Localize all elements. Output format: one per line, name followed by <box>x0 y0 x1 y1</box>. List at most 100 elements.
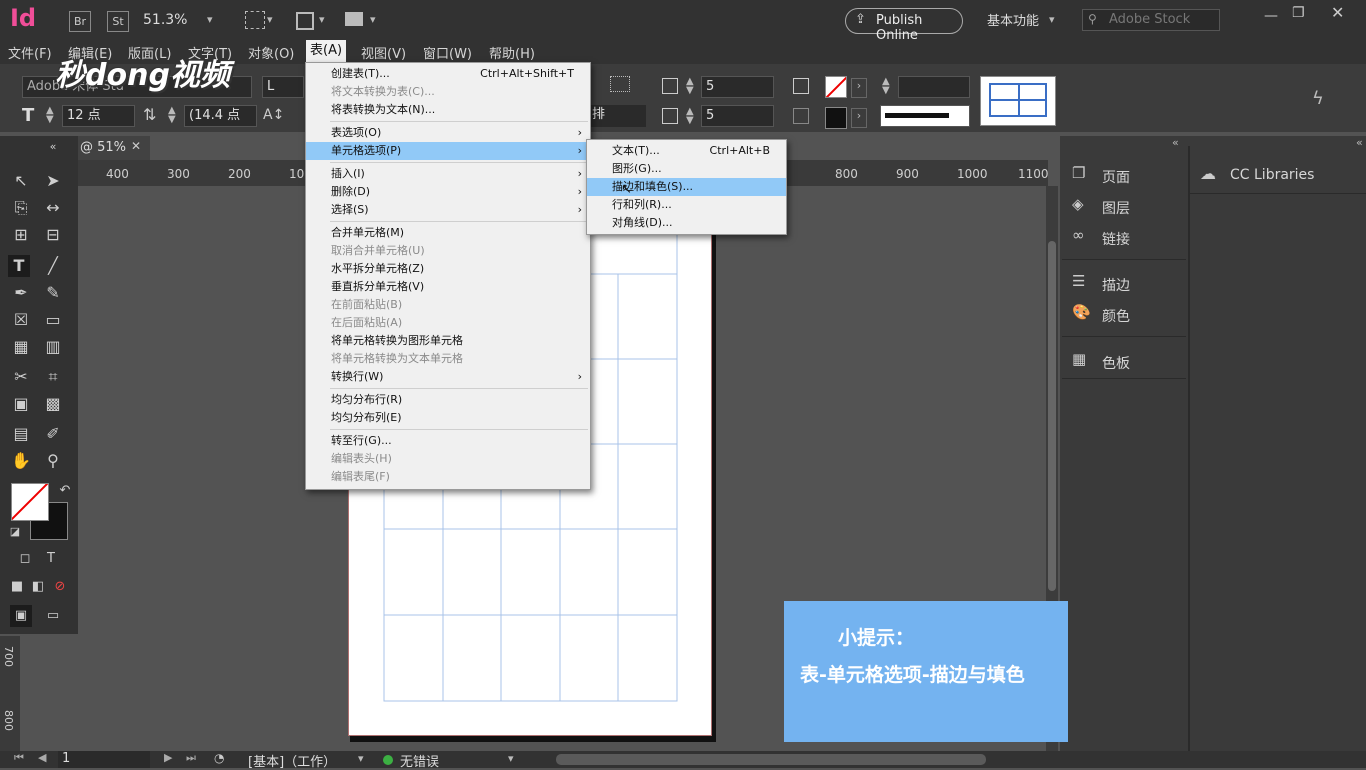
sidebar-item-links[interactable]: ∞ 链接 <box>1070 226 1186 250</box>
selection-tool-icon[interactable]: ↖ <box>10 170 32 192</box>
apply-color-icon[interactable]: ■ <box>6 576 28 598</box>
menu-item-distribute-columns[interactable]: 均匀分布列(E) <box>306 409 590 427</box>
columns-field[interactable]: 5 <box>701 105 774 127</box>
menu-object[interactable]: 对象(O) <box>248 43 294 62</box>
menu-item-edit-header[interactable]: 编辑表头(H) <box>306 450 590 468</box>
pencil-tool-icon[interactable]: ✎ <box>42 282 64 304</box>
menu-item-create-table[interactable]: 创建表(T)... Ctrl+Alt+Shift+T <box>306 65 590 83</box>
chevron-down-icon[interactable]: ▾ <box>267 13 273 26</box>
lightning-icon[interactable]: ϟ <box>1312 88 1324 109</box>
screen-mode-tool-icon[interactable]: ▭ <box>42 605 64 627</box>
menu-item-cell-options[interactable]: 单元格选项(P) › <box>306 142 590 160</box>
font-size-field[interactable]: 12 点 <box>62 105 135 127</box>
cell-border-icon[interactable] <box>793 108 809 124</box>
page-number-field[interactable]: 1 <box>58 751 150 768</box>
cell-grid-icon[interactable] <box>793 78 809 94</box>
stock-button[interactable]: St <box>107 11 129 32</box>
swap-colors-icon[interactable]: ↶ <box>54 480 76 502</box>
gap-tool-icon[interactable]: ↔ <box>42 197 64 219</box>
text-layout-field[interactable]: 排 <box>588 105 646 127</box>
close-icon[interactable]: ✕ <box>131 139 141 153</box>
rectangle-tool-icon[interactable]: ▭ <box>42 309 64 331</box>
bridge-button[interactable]: Br <box>69 11 91 32</box>
table-tool-icon[interactable]: ▦ <box>10 336 32 358</box>
menu-item-paste-before[interactable]: 在前面粘贴(B) <box>306 296 590 314</box>
stepper-icon[interactable]: ▲ ▼ <box>686 107 694 126</box>
table-columns-tool-icon[interactable]: ▥ <box>42 336 64 358</box>
arrange-documents-icon[interactable] <box>345 12 363 26</box>
horizontal-scrollbar[interactable] <box>556 754 986 765</box>
close-icon[interactable]: ✕ <box>1331 3 1344 22</box>
menu-item-split-horizontal[interactable]: 水平拆分单元格(Z) <box>306 260 590 278</box>
menu-item-delete[interactable]: 删除(D) › <box>306 183 590 201</box>
menu-item-convert-table-to-text[interactable]: 将表转换为文本(N)... <box>306 101 590 119</box>
sidebar-item-color[interactable]: 🎨 颜色 <box>1070 303 1186 327</box>
rows-field[interactable]: 5 <box>701 76 774 98</box>
sidebar-item-layers[interactable]: ◈ 图层 <box>1070 195 1186 219</box>
menu-item-split-vertical[interactable]: 垂直拆分单元格(V) <box>306 278 590 296</box>
menu-item-convert-rows[interactable]: 转换行(W) › <box>306 368 590 386</box>
page-tool-icon[interactable]: ⎘ <box>10 197 32 219</box>
sidebar-item-swatches[interactable]: ▦ 色板 <box>1070 350 1186 374</box>
apply-none-icon[interactable]: ⊘ <box>49 576 71 598</box>
menu-item-graphic[interactable]: 图形(G)... <box>587 160 786 178</box>
stroke-black-swatch[interactable] <box>825 107 847 129</box>
content-collector-icon[interactable]: ⊞ <box>10 224 32 246</box>
menu-file[interactable]: 文件(F) <box>8 43 52 62</box>
stepper-icon[interactable]: ▲ ▼ <box>686 77 694 96</box>
chevron-down-icon[interactable]: ▾ <box>319 13 325 26</box>
formatting-text-icon[interactable]: T <box>40 548 62 570</box>
chevron-right-icon[interactable]: › <box>851 78 867 98</box>
sidebar-item-stroke[interactable]: ☰ 描边 <box>1070 272 1186 296</box>
menu-item-select[interactable]: 选择(S) › <box>306 201 590 219</box>
menu-item-go-to-row[interactable]: 转至行(G)... <box>306 432 590 450</box>
scissors-tool-icon[interactable]: ✂ <box>10 366 32 388</box>
stepper-icon[interactable]: ▲ ▼ <box>168 106 176 125</box>
hand-tool-icon[interactable]: ✋ <box>10 450 32 472</box>
chevron-down-icon[interactable]: ▾ <box>1049 13 1055 26</box>
publish-online-button[interactable]: ⇪ Publish Online <box>845 8 963 43</box>
chevron-down-icon[interactable]: ▾ <box>508 752 514 765</box>
stepper-icon[interactable]: ▲ ▼ <box>46 106 54 125</box>
menu-help[interactable]: 帮助(H) <box>489 43 535 62</box>
sidebar-item-pages[interactable]: ❐ 页面 <box>1070 164 1186 188</box>
chevron-down-icon[interactable]: ▾ <box>370 13 376 26</box>
next-page-icon[interactable]: ▶ <box>164 751 172 764</box>
chevron-down-icon[interactable]: ▾ <box>358 752 364 765</box>
normal-view-icon[interactable]: ▣ <box>10 605 32 627</box>
default-colors-icon[interactable]: ◪ <box>4 521 26 543</box>
menu-item-rows-and-columns[interactable]: 行和列(R)... <box>587 196 786 214</box>
direct-selection-tool-icon[interactable]: ➤ <box>42 170 64 192</box>
menu-item-table-options[interactable]: 表选项(O) › <box>306 124 590 142</box>
free-transform-tool-icon[interactable]: ⌗ <box>42 366 64 388</box>
menu-item-strokes-and-fills[interactable]: 描边和填色(S)... <box>587 178 786 196</box>
pen-tool-icon[interactable]: ✒ <box>10 282 32 304</box>
screen-mode-icon[interactable] <box>296 12 314 30</box>
gradient-swatch-tool-icon[interactable]: ▣ <box>10 393 32 415</box>
collapse-icon[interactable]: « <box>42 136 64 158</box>
menu-view[interactable]: 视图(V) <box>361 43 406 62</box>
minimize-icon[interactable]: — <box>1264 8 1278 24</box>
cc-libraries-tab[interactable]: ☁ CC Libraries <box>1198 164 1358 188</box>
menu-item-distribute-rows[interactable]: 均匀分布行(R) <box>306 391 590 409</box>
apply-gradient-icon[interactable]: ◧ <box>27 576 49 598</box>
menu-item-convert-to-text-cell[interactable]: 将单元格转换为文本单元格 <box>306 350 590 368</box>
menu-item-convert-text-to-table[interactable]: 将文本转换为表(C)... <box>306 83 590 101</box>
last-page-icon[interactable]: ⏭ <box>186 751 196 765</box>
previous-page-icon[interactable]: ◀ <box>38 751 46 764</box>
fill-swatch-icon[interactable] <box>11 483 49 521</box>
leading-field[interactable]: (14.4 点 <box>184 105 257 127</box>
table-preview-icon[interactable] <box>980 76 1056 126</box>
menu-table[interactable]: 表(A) <box>306 40 347 64</box>
chevron-right-icon[interactable]: › <box>851 108 867 128</box>
menu-item-edit-footer[interactable]: 编辑表尾(F) <box>306 468 590 486</box>
menu-item-diagonal-lines[interactable]: 对角线(D)... <box>587 214 786 232</box>
menu-window[interactable]: 窗口(W) <box>423 43 472 62</box>
stroke-type-field[interactable] <box>880 105 970 127</box>
note-tool-icon[interactable]: ▤ <box>10 423 32 445</box>
menu-item-merge-cells[interactable]: 合并单元格(M) <box>306 224 590 242</box>
fill-none-swatch[interactable] <box>825 76 847 98</box>
menu-item-unmerge-cells[interactable]: 取消合并单元格(U) <box>306 242 590 260</box>
rectangle-frame-tool-icon[interactable]: ☒ <box>10 309 32 331</box>
menu-item-text[interactable]: 文本(T)... Ctrl+Alt+B <box>587 142 786 160</box>
